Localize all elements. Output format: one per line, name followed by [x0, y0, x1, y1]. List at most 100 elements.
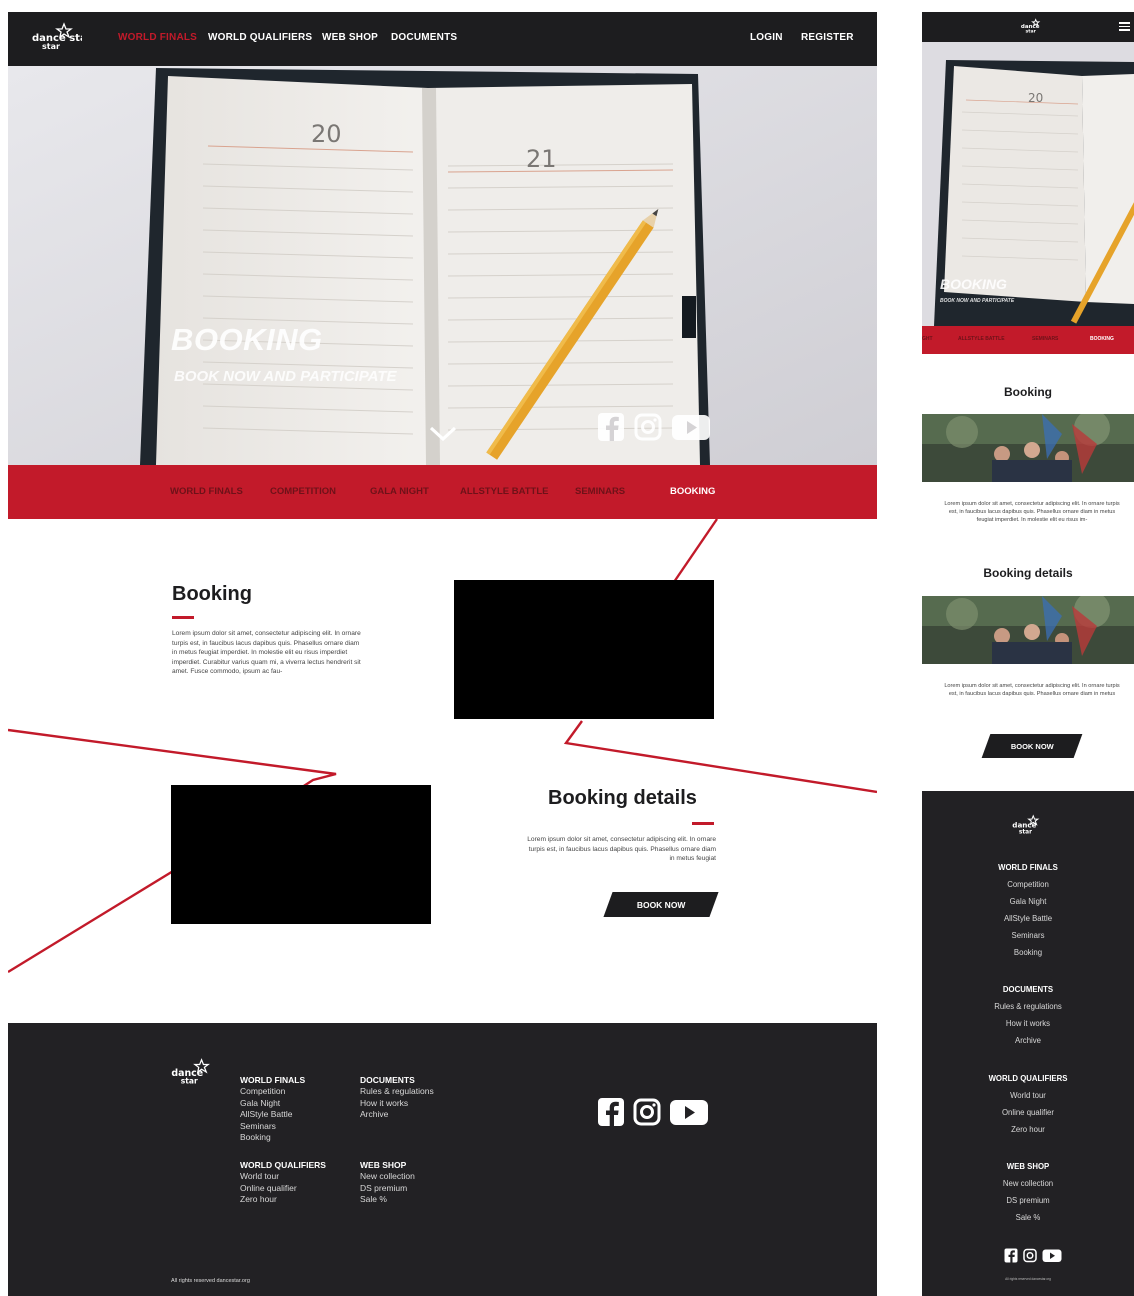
subnav-booking[interactable]: BOOKING [670, 486, 715, 497]
chevron-down-icon[interactable] [428, 424, 458, 444]
booking-details-heading: Booking details [983, 566, 1073, 580]
hamburger-menu-icon[interactable] [1119, 22, 1130, 31]
hero-subtitle: BOOK NOW AND PARTICIPATE [174, 368, 397, 385]
youtube-icon[interactable] [669, 1097, 709, 1127]
footer-link[interactable]: Online qualifier [240, 1183, 326, 1195]
booking-details-media[interactable] [171, 785, 431, 924]
footer-col-documents: DOCUMENTS Rules & regulations How it wor… [360, 1074, 434, 1121]
footer-link[interactable]: World tour [240, 1171, 326, 1183]
svg-text:star: star [1026, 28, 1037, 34]
booking-media[interactable] [454, 580, 714, 719]
facebook-icon[interactable] [597, 412, 625, 442]
footer-link[interactable]: Seminars [922, 927, 1134, 944]
footer-link[interactable]: Competition [922, 876, 1134, 893]
footer-logo[interactable]: dance star [169, 1056, 219, 1090]
footer-link[interactable]: Sale % [360, 1194, 415, 1206]
footer-col-world-qualifiers: WORLD QUALIFIERS World tour Online quali… [922, 1070, 1134, 1138]
subnav-booking[interactable]: BOOKING [1090, 336, 1114, 342]
subnav-gala-night[interactable]: GHT [922, 336, 933, 342]
footer-heading: DOCUMENTS [1002, 985, 1054, 994]
instagram-icon[interactable] [634, 412, 662, 442]
footer-link[interactable]: Archive [360, 1109, 434, 1121]
hero-social-links [597, 412, 711, 442]
footer-link[interactable]: Rules & regulations [360, 1086, 434, 1098]
svg-text:dance: dance [1012, 821, 1036, 830]
footer-logo[interactable]: dance star [1011, 811, 1045, 839]
hero-subtitle: BOOK NOW AND PARTICIPATE [940, 298, 1015, 304]
youtube-icon[interactable] [1042, 1248, 1062, 1263]
book-now-button[interactable]: BOOK NOW [981, 734, 1083, 758]
footer-link[interactable]: Sale % [922, 1209, 1134, 1226]
footer-col-world-finals: WORLD FINALS Competition Gala Night AllS… [922, 859, 1134, 961]
subnav-seminars[interactable]: SEMINARS [575, 486, 625, 497]
subnav-allstyle-battle[interactable]: ALLSTYLE BATTLE [460, 486, 548, 497]
section-navigation: WORLD FINALS COMPETITION GALA NIGHT ALLS… [8, 465, 877, 519]
subnav-world-finals[interactable]: WORLD FINALS [170, 486, 243, 497]
hero-title: BOOKING [940, 276, 1007, 292]
footer-link[interactable]: Rules & regulations [922, 998, 1134, 1015]
footer-col-world-qualifiers: WORLD QUALIFIERS World tour Online quali… [240, 1159, 326, 1206]
footer-link[interactable]: AllStyle Battle [240, 1109, 305, 1121]
svg-text:20: 20 [1028, 91, 1043, 105]
footer-link[interactable]: New collection [360, 1171, 415, 1183]
nav-world-qualifiers[interactable]: WORLD QUALIFIERS [208, 32, 312, 43]
footer-link[interactable]: Gala Night [240, 1098, 305, 1110]
footer-link[interactable]: Booking [240, 1132, 305, 1144]
heading-accent-bar [172, 616, 194, 619]
subnav-competition[interactable]: COMPETITION [270, 486, 336, 497]
heading-accent-bar [692, 822, 714, 825]
facebook-icon[interactable] [597, 1097, 625, 1127]
svg-text:21: 21 [526, 145, 557, 173]
footer-col-world-finals: WORLD FINALS Competition Gala Night AllS… [240, 1074, 305, 1144]
footer-link[interactable]: World tour [922, 1087, 1134, 1104]
top-navigation: dance star star WORLD FINALS WORLD QUALI… [8, 12, 877, 66]
footer-link[interactable]: New collection [922, 1175, 1134, 1192]
footer-link[interactable]: Gala Night [922, 893, 1134, 910]
login-link[interactable]: LOGIN [750, 32, 783, 43]
footer-link[interactable]: Competition [240, 1086, 305, 1098]
booking-details-text: Lorem ipsum dolor sit amet, consectetur … [944, 683, 1120, 697]
youtube-icon[interactable] [671, 412, 711, 442]
subnav-allstyle-battle[interactable]: ALLSTYLE BATTLE [958, 336, 1005, 342]
nav-documents[interactable]: DOCUMENTS [391, 32, 457, 43]
footer-link[interactable]: How it works [360, 1098, 434, 1110]
footer-link[interactable]: Seminars [240, 1121, 305, 1133]
decorative-line [673, 518, 718, 583]
footer-link[interactable]: DS premium [360, 1183, 415, 1195]
dance-star-logo[interactable]: dance star [1020, 17, 1044, 35]
booking-photo [922, 414, 1134, 482]
footer: dance star WORLD FINALS Competition Gala… [8, 1023, 877, 1296]
facebook-icon[interactable] [1004, 1248, 1018, 1263]
mobile-top-navigation: dance star [922, 12, 1134, 42]
subnav-gala-night[interactable]: GALA NIGHT [370, 486, 429, 497]
nav-world-finals[interactable]: WORLD FINALS [118, 32, 197, 43]
notebook-photo: 20 21 [8, 66, 877, 465]
footer-link[interactable]: Online qualifier [922, 1104, 1134, 1121]
instagram-icon[interactable] [1023, 1248, 1037, 1263]
svg-text:dance: dance [1021, 24, 1040, 30]
register-link[interactable]: REGISTER [801, 32, 854, 43]
footer-link[interactable]: How it works [922, 1015, 1134, 1032]
instagram-icon[interactable] [633, 1097, 661, 1127]
hero-title: BOOKING [171, 322, 323, 357]
book-now-button[interactable]: BOOK NOW [603, 892, 719, 917]
footer-link[interactable]: Zero hour [922, 1121, 1134, 1138]
nav-web-shop[interactable]: WEB SHOP [322, 32, 378, 43]
svg-text:20: 20 [311, 120, 342, 148]
footer-link[interactable]: Zero hour [240, 1194, 326, 1206]
subnav-seminars[interactable]: SEMINARS [1032, 336, 1058, 342]
footer-heading: WORLD QUALIFIERS [988, 1074, 1068, 1083]
footer-link[interactable]: Booking [922, 944, 1134, 961]
copyright: All rights reserved dancestar.org [1005, 1277, 1051, 1281]
footer-heading: WEB SHOP [360, 1160, 407, 1170]
dance-star-logo[interactable]: dance star star [30, 20, 82, 56]
footer-link[interactable]: Archive [922, 1032, 1134, 1049]
booking-heading: Booking [1004, 385, 1052, 399]
booking-details-heading: Booking details [548, 787, 697, 809]
footer-link[interactable]: AllStyle Battle [922, 910, 1134, 927]
footer-social-links [1004, 1248, 1062, 1263]
footer-col-web-shop: WEB SHOP New collection DS premium Sale … [922, 1158, 1134, 1226]
footer-link[interactable]: DS premium [922, 1192, 1134, 1209]
footer-col-documents: DOCUMENTS Rules & regulations How it wor… [922, 981, 1134, 1049]
mobile-hero-banner: 20 BOOKING BOOK NOW AND PARTICIPATE [922, 42, 1134, 326]
